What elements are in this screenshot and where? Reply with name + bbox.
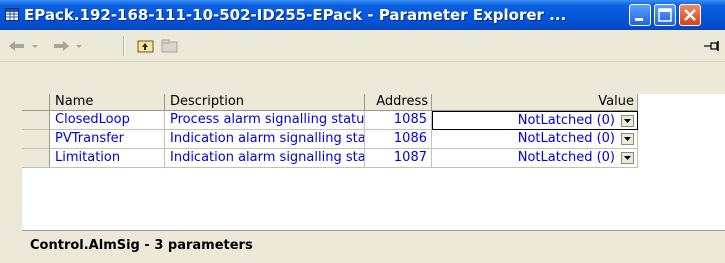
toolbar-separator — [123, 36, 125, 56]
column-header-name[interactable]: Name — [50, 94, 165, 111]
row-selector[interactable] — [22, 149, 50, 168]
forward-arrow-icon[interactable] — [52, 38, 70, 54]
title-bar[interactable]: EPack.192-168-111-10-502-ID255-EPack - P… — [0, 0, 725, 30]
maximize-button[interactable] — [654, 4, 676, 26]
pin-icon[interactable] — [703, 38, 721, 54]
parameter-value-select[interactable]: NotLatched (0) — [432, 111, 638, 130]
forward-dropdown-icon[interactable] — [74, 38, 84, 54]
parameter-value-text: NotLatched (0) — [517, 113, 615, 128]
parameter-value-select[interactable]: NotLatched (0) — [432, 130, 638, 149]
back-dropdown-icon[interactable] — [30, 38, 40, 54]
column-header-address[interactable]: Address — [365, 94, 432, 111]
parameter-name-cell[interactable]: ClosedLoop — [50, 111, 165, 130]
row-selector[interactable] — [22, 111, 50, 130]
maximize-icon — [658, 8, 672, 22]
value-dropdown-button[interactable] — [621, 152, 634, 164]
column-header-value[interactable]: Value — [432, 94, 638, 111]
back-arrow-icon[interactable] — [8, 38, 26, 54]
parameter-description-cell[interactable]: Indication alarm signalling sta — [165, 130, 365, 149]
parameter-description-cell[interactable]: Indication alarm signalling sta — [165, 149, 365, 168]
parent-folder-icon[interactable] — [137, 38, 155, 54]
status-text: Control.AlmSig - 3 parameters — [30, 238, 253, 253]
header-row-selector[interactable] — [22, 94, 50, 111]
row-selector[interactable] — [22, 130, 50, 149]
grid-window-icon — [5, 8, 19, 21]
parameter-description-cell[interactable]: Process alarm signalling statu — [165, 111, 365, 130]
minimize-button[interactable] — [629, 4, 651, 26]
table-row[interactable]: PVTransfer Indication alarm signalling s… — [22, 130, 725, 149]
window-title: EPack.192-168-111-10-502-ID255-EPack - P… — [24, 6, 567, 24]
minimize-icon — [635, 18, 643, 21]
folder-icon[interactable] — [161, 38, 179, 54]
parameter-grid[interactable]: Name Description Address Value ClosedLoo… — [22, 94, 725, 230]
chevron-down-icon — [624, 137, 631, 141]
value-dropdown-button[interactable] — [621, 133, 634, 145]
parameter-value-text: NotLatched (0) — [517, 131, 615, 146]
column-header-description[interactable]: Description — [165, 94, 365, 111]
parameter-name-cell[interactable]: Limitation — [50, 149, 165, 168]
parameter-address-cell[interactable]: 1086 — [365, 130, 432, 149]
parameter-address-cell[interactable]: 1085 — [365, 111, 432, 130]
close-button[interactable] — [679, 4, 701, 26]
status-bar: Control.AlmSig - 3 parameters — [22, 230, 725, 263]
parameter-explorer-window: EPack.192-168-111-10-502-ID255-EPack - P… — [0, 0, 725, 263]
table-row[interactable]: ClosedLoop Process alarm signalling stat… — [22, 111, 725, 130]
parameter-address-cell[interactable]: 1087 — [365, 149, 432, 168]
value-dropdown-button[interactable] — [621, 115, 634, 127]
close-icon — [684, 9, 696, 21]
table-row[interactable]: Limitation Indication alarm signalling s… — [22, 149, 725, 168]
chevron-down-icon — [624, 156, 631, 160]
parameter-value-select[interactable]: NotLatched (0) — [432, 149, 638, 168]
parameter-name-cell[interactable]: PVTransfer — [50, 130, 165, 149]
chevron-down-icon — [624, 119, 631, 123]
parameter-value-text: NotLatched (0) — [517, 150, 615, 165]
toolbar — [0, 30, 725, 62]
